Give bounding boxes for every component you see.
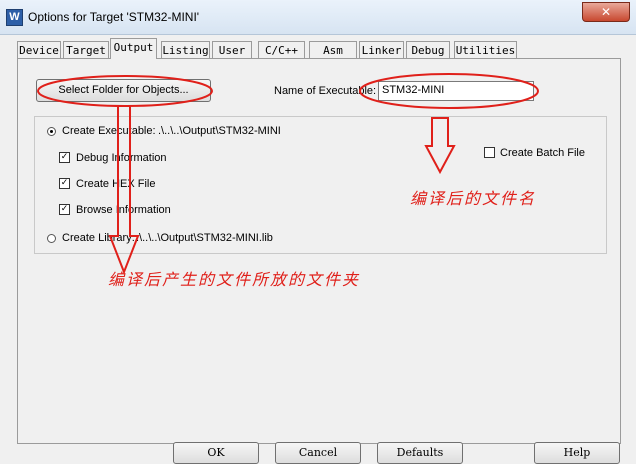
tab-output[interactable]: Output (110, 38, 157, 59)
defaults-button[interactable]: Defaults (377, 442, 463, 464)
ok-button[interactable]: OK (173, 442, 259, 464)
object-folder-annotation: 编译后产生的文件所放的文件夹 (108, 270, 361, 289)
executable-name-highlight-ellipse (359, 73, 539, 109)
help-button[interactable]: Help (534, 442, 620, 464)
name-arrow (424, 117, 456, 175)
folder-arrow (108, 105, 140, 275)
executable-name-annotation: 编译后的文件名 (410, 189, 537, 208)
cancel-button[interactable]: Cancel (275, 442, 361, 464)
select-folder-highlight-ellipse (37, 75, 213, 107)
annotation-overlay (37, 73, 539, 275)
